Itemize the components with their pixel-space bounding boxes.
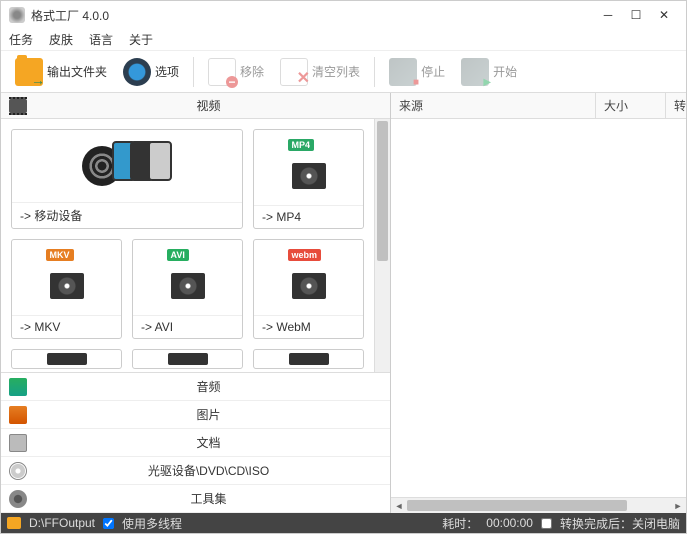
mp4-icon: MP4 (254, 130, 363, 205)
category-audio[interactable]: 音频 (1, 373, 390, 401)
scrollbar-thumb[interactable] (407, 500, 627, 511)
elapsed-value: 00:00:00 (486, 516, 533, 530)
app-logo-icon (9, 7, 25, 23)
menu-tasks[interactable]: 任务 (9, 31, 33, 48)
webm-icon: webm (254, 240, 363, 315)
main-body: 视频 -> 移动设备 (1, 93, 686, 513)
close-button[interactable]: ✕ (650, 5, 678, 25)
toolkit-icon (9, 490, 27, 508)
output-path[interactable]: D:\FFOutput (29, 516, 95, 530)
tile-mp4-label: -> MP4 (254, 205, 363, 228)
scrollbar-thumb[interactable] (377, 121, 388, 261)
menu-bar: 任务 皮肤 语言 关于 (1, 29, 686, 51)
tile-avi[interactable]: AVI -> AVI (132, 239, 243, 339)
status-bar: D:\FFOutput 使用多线程 耗时： 00:00:00 转换完成后：关闭电… (1, 513, 686, 533)
clear-list-button[interactable]: 清空列表 (274, 54, 366, 90)
mobile-device-icon (12, 130, 242, 202)
start-button[interactable]: 开始 (455, 54, 523, 90)
folder-icon[interactable] (7, 517, 21, 529)
tile-avi-label: -> AVI (133, 315, 242, 338)
stop-button[interactable]: 停止 (383, 54, 451, 90)
category-disc[interactable]: 光驱设备\DVD\CD\ISO (1, 457, 390, 485)
document-icon (9, 434, 27, 452)
stop-icon (389, 58, 417, 86)
title-bar: 格式工厂 4.0.0 ─ ☐ ✕ (1, 1, 686, 29)
video-category-label: 视频 (35, 97, 382, 114)
start-label: 开始 (493, 63, 517, 80)
remove-label: 移除 (240, 63, 264, 80)
menu-language[interactable]: 语言 (89, 31, 113, 48)
options-button[interactable]: 选项 (117, 54, 185, 90)
maximize-button[interactable]: ☐ (622, 5, 650, 25)
window-title: 格式工厂 4.0.0 (31, 7, 594, 24)
audio-label: 音频 (35, 378, 382, 395)
shutdown-label: 转换完成后：关闭电脑 (560, 515, 680, 532)
clear-list-label: 清空列表 (312, 63, 360, 80)
document-label: 文档 (35, 434, 382, 451)
remove-icon (208, 58, 236, 86)
gear-icon (123, 58, 151, 86)
minimize-button[interactable]: ─ (594, 5, 622, 25)
tile-mobile[interactable]: -> 移动设备 (11, 129, 243, 229)
toolbar-separator (374, 57, 375, 87)
mkv-icon: MKV (12, 240, 121, 315)
task-list-header: 来源 大小 转 (391, 93, 686, 119)
shutdown-checkbox[interactable] (541, 518, 552, 529)
menu-skin[interactable]: 皮肤 (49, 31, 73, 48)
category-list: 音频 图片 文档 光驱设备\DVD\CD\ISO 工具集 (1, 372, 390, 513)
scroll-right-arrow[interactable]: ► (670, 498, 686, 513)
partial-tile-row (11, 349, 364, 369)
tile-mkv[interactable]: MKV -> MKV (11, 239, 122, 339)
col-size[interactable]: 大小 (596, 93, 666, 118)
remove-button[interactable]: 移除 (202, 54, 270, 90)
tile-partial[interactable] (132, 349, 243, 369)
right-panel: 来源 大小 转 ◄ ► (391, 93, 686, 513)
task-list-body (391, 119, 686, 497)
multithread-label: 使用多线程 (122, 515, 182, 532)
disc-icon (9, 462, 27, 480)
vertical-scrollbar[interactable] (374, 119, 390, 372)
menu-about[interactable]: 关于 (129, 31, 153, 48)
tile-mobile-label: -> 移动设备 (12, 202, 242, 228)
tile-partial[interactable] (11, 349, 122, 369)
format-grid-area: -> 移动设备 MP4 -> MP4 MKV -> MKV AVI (1, 119, 390, 372)
tile-webm[interactable]: webm -> WebM (253, 239, 364, 339)
tile-mp4[interactable]: MP4 -> MP4 (253, 129, 364, 229)
scroll-left-arrow[interactable]: ◄ (391, 498, 407, 513)
film-icon (9, 99, 27, 113)
category-header-video[interactable]: 视频 (1, 93, 390, 119)
clear-icon (280, 58, 308, 86)
play-icon (461, 58, 489, 86)
col-status[interactable]: 转 (666, 93, 686, 118)
tile-mkv-label: -> MKV (12, 315, 121, 338)
toolbar: 输出文件夹 选项 移除 清空列表 停止 开始 (1, 51, 686, 93)
category-document[interactable]: 文档 (1, 429, 390, 457)
col-source[interactable]: 来源 (391, 93, 596, 118)
horizontal-scrollbar[interactable]: ◄ ► (391, 497, 686, 513)
audio-icon (9, 378, 27, 396)
category-picture[interactable]: 图片 (1, 401, 390, 429)
options-label: 选项 (155, 63, 179, 80)
picture-label: 图片 (35, 406, 382, 423)
category-toolkit[interactable]: 工具集 (1, 485, 390, 513)
left-panel: 视频 -> 移动设备 (1, 93, 391, 513)
tile-webm-label: -> WebM (254, 315, 363, 338)
stop-label: 停止 (421, 63, 445, 80)
disc-label: 光驱设备\DVD\CD\ISO (35, 462, 382, 479)
elapsed-label: 耗时： (442, 515, 478, 532)
multithread-checkbox[interactable] (103, 518, 114, 529)
tile-partial[interactable] (253, 349, 364, 369)
toolbar-separator (193, 57, 194, 87)
output-folder-button[interactable]: 输出文件夹 (9, 54, 113, 90)
format-grid: -> 移动设备 MP4 -> MP4 MKV -> MKV AVI (1, 119, 374, 372)
toolkit-label: 工具集 (35, 490, 382, 507)
output-folder-label: 输出文件夹 (47, 63, 107, 80)
picture-icon (9, 406, 27, 424)
avi-icon: AVI (133, 240, 242, 315)
folder-icon (15, 58, 43, 86)
